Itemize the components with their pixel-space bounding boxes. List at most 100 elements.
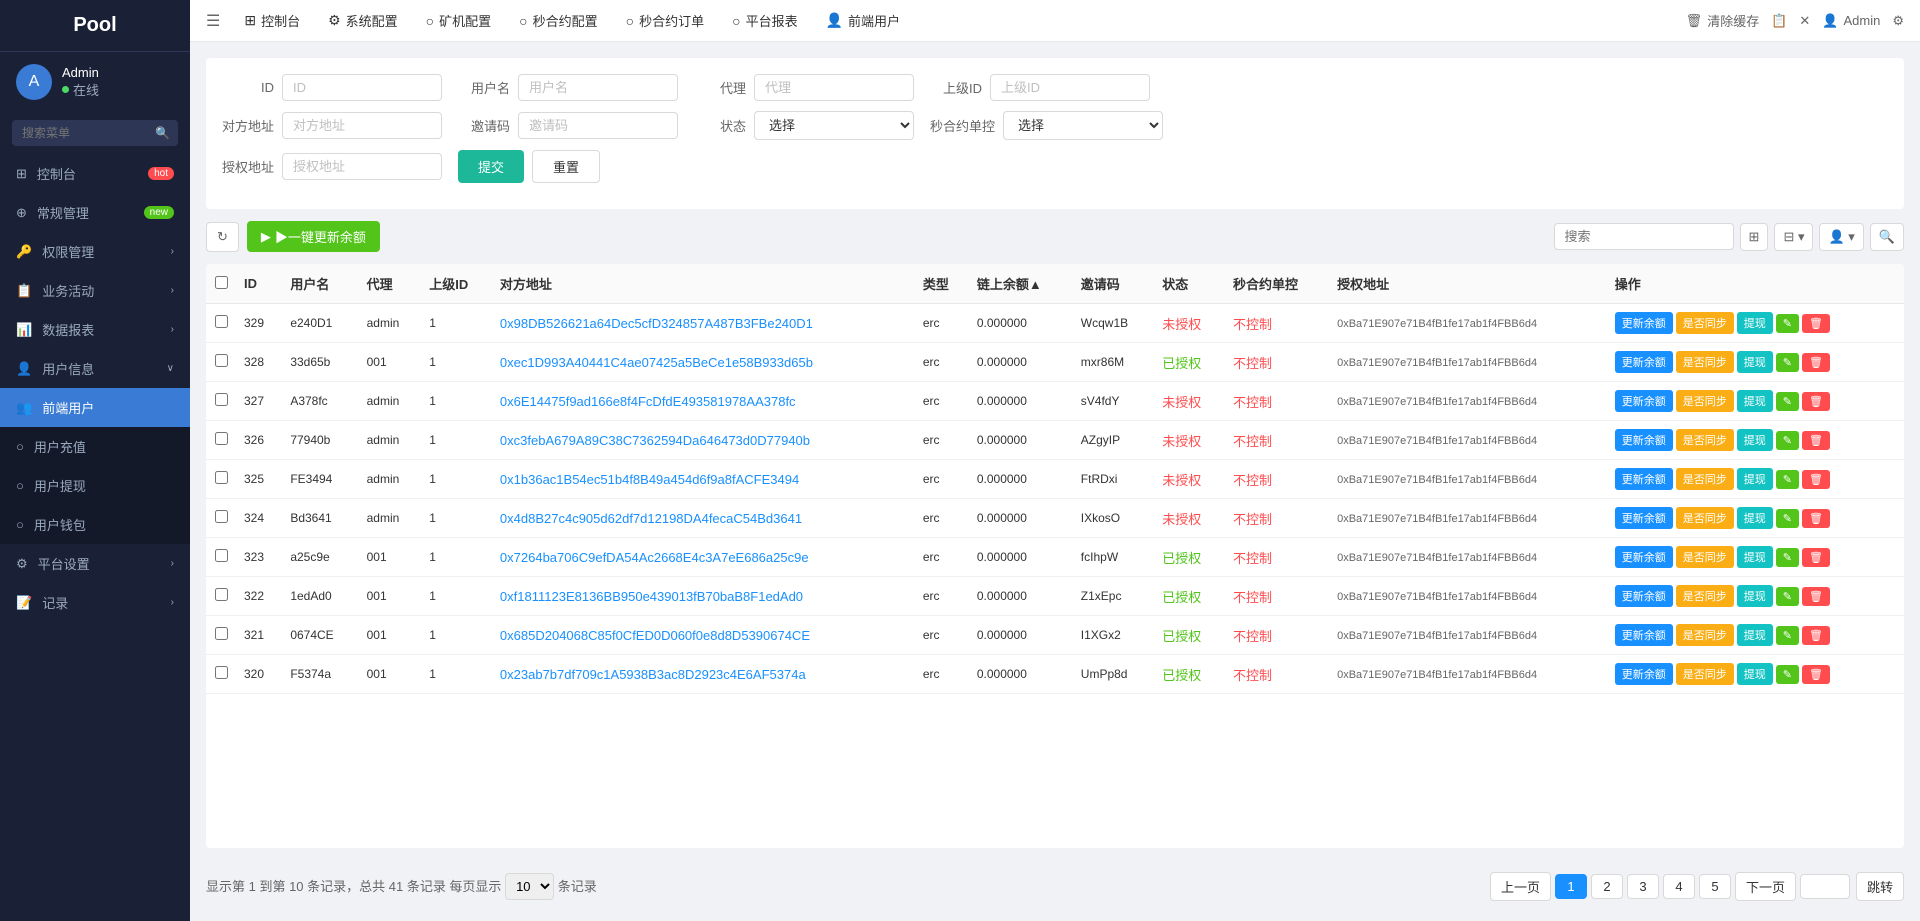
contract-badge[interactable]: 不控制 [1233,512,1272,527]
sidebar-item-general[interactable]: ⊕ 常规管理 new [0,193,190,232]
contract-badge[interactable]: 不控制 [1233,317,1272,332]
withdraw-btn[interactable]: 提现 [1737,507,1773,529]
update-balance-btn[interactable]: 更新余额 [1615,546,1673,568]
row-select-checkbox[interactable] [215,627,228,640]
withdraw-btn[interactable]: 提现 [1737,546,1773,568]
menu-icon[interactable]: ☰ [206,11,220,31]
update-balance-btn[interactable]: 更新余额 [1615,429,1673,451]
address-link[interactable]: 0xec1D993A40441C4ae07425a5BeCe1e58B933d6… [500,355,813,370]
sync-btn[interactable]: 是否同步 [1676,546,1734,568]
filter-select-flash[interactable]: 选择 控制 不控制 [1003,111,1163,140]
cell-address[interactable]: 0x6E14475f9ad166e8f4FcDfdE493581978AA378… [492,382,915,421]
delete-btn[interactable]: 🗑 [1802,587,1830,606]
sync-btn[interactable]: 是否同步 [1676,585,1734,607]
cell-address[interactable]: 0x685D204068C85f0CfED0D060f0e8d8D5390674… [492,616,915,655]
edit-btn[interactable]: ✎ [1776,665,1799,684]
withdraw-btn[interactable]: 提现 [1737,351,1773,373]
contract-badge[interactable]: 不控制 [1233,434,1272,449]
row-select-checkbox[interactable] [215,393,228,406]
sidebar-item-frontend[interactable]: 👥 前端用户 [0,388,190,427]
cell-address[interactable]: 0x7264ba706C9efDA54Ac2668E4c3A7eE686a25c… [492,538,915,577]
delete-btn[interactable]: 🗑 [1802,392,1830,411]
sync-btn[interactable]: 是否同步 [1676,351,1734,373]
edit-btn[interactable]: ✎ [1776,314,1799,333]
sidebar-search[interactable]: 🔍 [12,120,178,146]
status-badge[interactable]: 未授权 [1162,395,1201,410]
address-link[interactable]: 0x98DB526621a64Dec5cfD324857A487B3FBe240… [500,316,813,331]
select-all-checkbox[interactable] [215,276,228,289]
contract-badge[interactable]: 不控制 [1233,356,1272,371]
topnav-settings[interactable]: ⚙ [1892,13,1904,29]
status-badge[interactable]: 未授权 [1162,434,1201,449]
contract-badge[interactable]: 不控制 [1233,551,1272,566]
row-select-checkbox[interactable] [215,315,228,328]
status-badge[interactable]: 未授权 [1162,473,1201,488]
filter-input-addr[interactable] [282,112,442,139]
search-input[interactable] [12,120,178,146]
edit-btn[interactable]: ✎ [1776,470,1799,489]
page-3-btn[interactable]: 3 [1627,874,1659,899]
topnav-icon1[interactable]: 📋 [1771,13,1787,29]
sidebar-item-wallet[interactable]: ○ 用户钱包 [0,505,190,544]
filter-input-username[interactable] [518,74,678,101]
page-1-btn[interactable]: 1 [1555,874,1587,899]
withdraw-btn[interactable]: 提现 [1737,663,1773,685]
edit-btn[interactable]: ✎ [1776,626,1799,645]
cell-address[interactable]: 0x23ab7b7df709c1A5938B3ac8D2923c4E6AF537… [492,655,915,694]
sidebar-item-platform[interactable]: ⚙ 平台设置 › [0,544,190,583]
contract-badge[interactable]: 不控制 [1233,395,1272,410]
page-5-btn[interactable]: 5 [1699,874,1731,899]
status-badge[interactable]: 未授权 [1162,317,1201,332]
address-link[interactable]: 0xf1811123E8136BB950e439013fB70baB8F1edA… [500,589,803,604]
delete-btn[interactable]: 🗑 [1802,470,1830,489]
user-filter-btn[interactable]: 👤 ▾ [1819,223,1863,251]
filter-input-id[interactable] [282,74,442,101]
contract-badge[interactable]: 不控制 [1233,590,1272,605]
update-balance-btn[interactable]: 更新余额 [1615,351,1673,373]
topnav-frontuser[interactable]: 👤 前端用户 [814,0,912,41]
update-balance-btn[interactable]: 更新余额 [1615,390,1673,412]
sync-btn[interactable]: 是否同步 [1676,468,1734,490]
delete-btn[interactable]: 🗑 [1802,353,1830,372]
delete-btn[interactable]: 🗑 [1802,509,1830,528]
sync-btn[interactable]: 是否同步 [1676,507,1734,529]
row-select-checkbox[interactable] [215,510,228,523]
row-select-checkbox[interactable] [215,549,228,562]
sync-btn[interactable]: 是否同步 [1676,624,1734,646]
contract-badge[interactable]: 不控制 [1233,668,1272,683]
row-select-checkbox[interactable] [215,432,228,445]
prev-page-btn[interactable]: 上一页 [1490,872,1551,901]
reset-button[interactable]: 重置 [532,150,600,183]
submit-button[interactable]: 提交 [458,150,524,183]
address-link[interactable]: 0x6E14475f9ad166e8f4FcDfdE493581978AA378… [500,394,796,409]
cell-address[interactable]: 0x4d8B27c4c905d62df7d12198DA4fecaC54Bd36… [492,499,915,538]
sidebar-item-permission[interactable]: 🔑 权限管理 › [0,232,190,271]
address-link[interactable]: 0x1b36ac1B54ec51b4f8B49a454d6f9a8fACFE34… [500,472,799,487]
address-link[interactable]: 0x23ab7b7df709c1A5938B3ac8D2923c4E6AF537… [500,667,806,682]
row-select-checkbox[interactable] [215,588,228,601]
address-link[interactable]: 0x4d8B27c4c905d62df7d12198DA4fecaC54Bd36… [500,511,802,526]
cell-address[interactable]: 0x98DB526621a64Dec5cfD324857A487B3FBe240… [492,304,915,343]
edit-btn[interactable]: ✎ [1776,392,1799,411]
jump-btn[interactable]: 跳转 [1856,872,1904,901]
status-badge[interactable]: 已授权 [1162,590,1201,605]
refresh-button[interactable]: ↻ [206,222,239,252]
sync-btn[interactable]: 是否同步 [1676,312,1734,334]
contract-badge[interactable]: 不控制 [1233,629,1272,644]
sync-btn[interactable]: 是否同步 [1676,429,1734,451]
page-size-select[interactable]: 10 20 50 [505,873,554,900]
update-balance-btn[interactable]: 更新余额 [1615,468,1673,490]
page-jump-input[interactable] [1800,874,1850,899]
sync-btn[interactable]: 是否同步 [1676,390,1734,412]
table-scroll[interactable]: ID 用户名 代理 上级ID 对方地址 类型 链上余额▲ 邀请码 状态 秒合约单… [206,264,1904,694]
cell-address[interactable]: 0xec1D993A40441C4ae07425a5BeCe1e58B933d6… [492,343,915,382]
update-balance-btn[interactable]: 更新余额 [1615,663,1673,685]
status-badge[interactable]: 已授权 [1162,629,1201,644]
status-badge[interactable]: 已授权 [1162,668,1201,683]
address-link[interactable]: 0xc3febA679A89C38C7362594Da646473d0D7794… [500,433,810,448]
cell-address[interactable]: 0xf1811123E8136BB950e439013fB70baB8F1edA… [492,577,915,616]
page-4-btn[interactable]: 4 [1663,874,1695,899]
cell-address[interactable]: 0xc3febA679A89C38C7362594Da646473d0D7794… [492,421,915,460]
filter-input-invite[interactable] [518,112,678,139]
sidebar-item-dashboard[interactable]: ⊞ 控制台 hot [0,154,190,193]
